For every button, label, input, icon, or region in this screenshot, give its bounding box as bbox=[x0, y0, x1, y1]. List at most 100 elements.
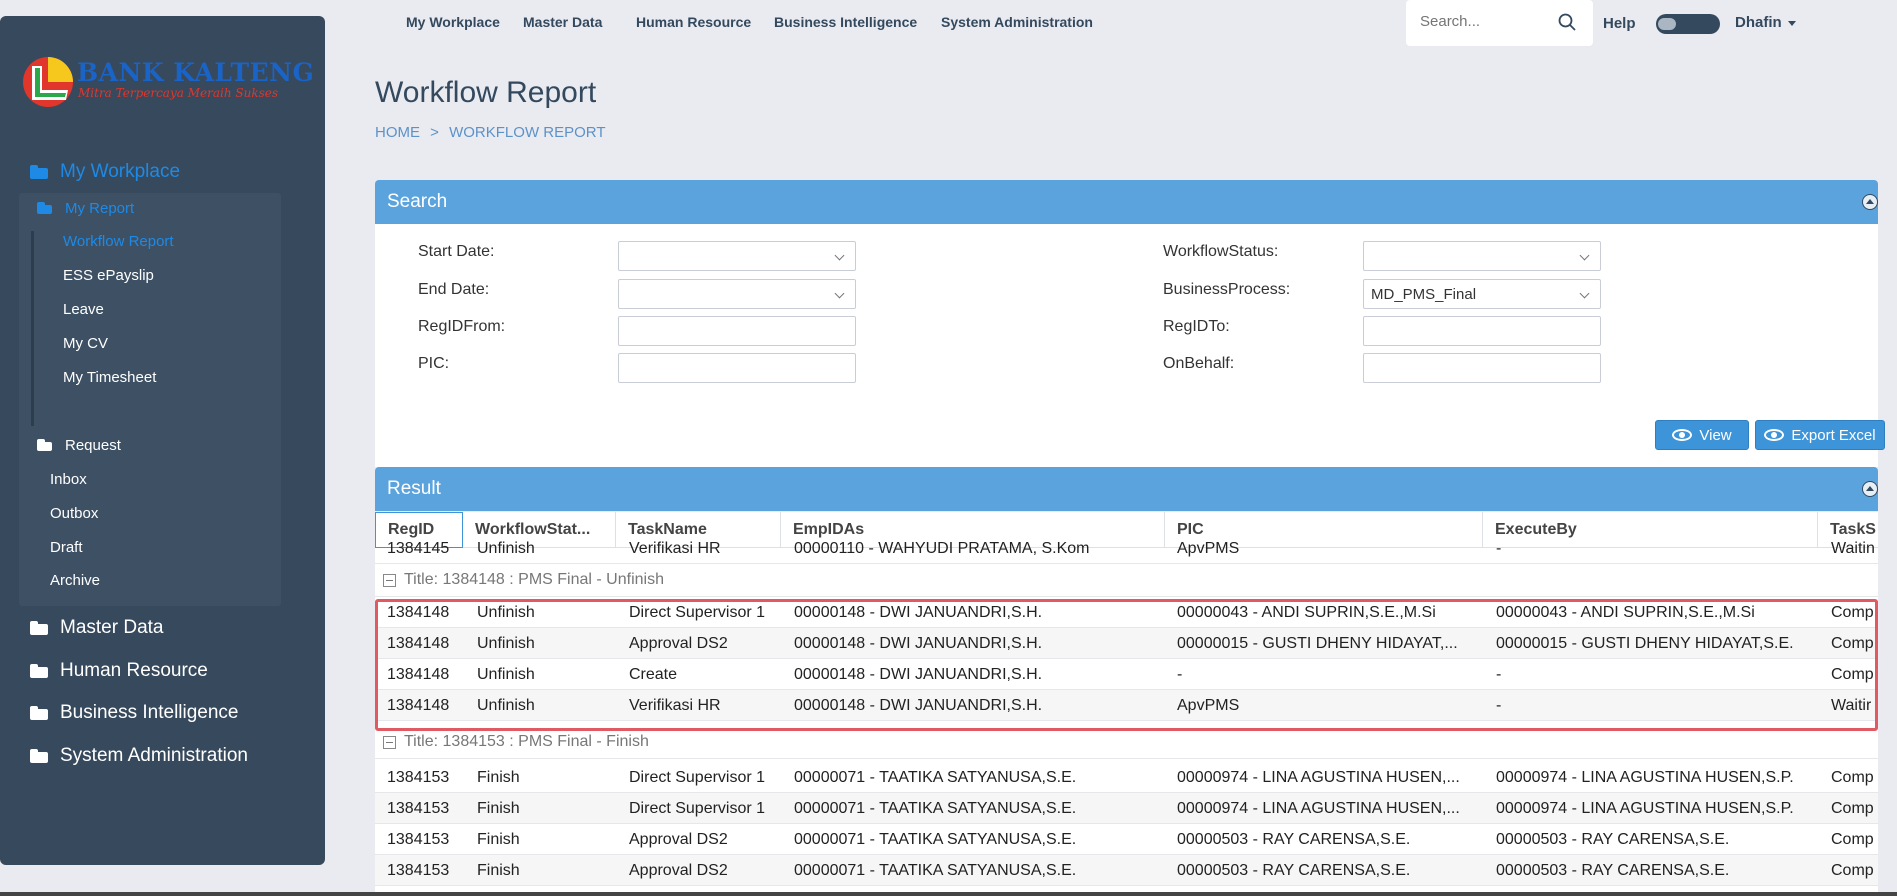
topnav-master-data[interactable]: Master Data bbox=[523, 14, 602, 30]
sidebar-item-business-intelligence[interactable]: Business Intelligence bbox=[0, 694, 325, 732]
regid-from-field[interactable] bbox=[618, 316, 856, 346]
export-excel-button[interactable]: Export Excel bbox=[1755, 420, 1885, 450]
business-process-select[interactable]: MD_PMS_Final bbox=[1363, 279, 1601, 309]
regid-to-input[interactable] bbox=[1371, 322, 1600, 340]
cell-workflow-status: Finish bbox=[477, 861, 520, 879]
group-row[interactable]: Title: 1384148 : PMS Final - Unfinish bbox=[375, 564, 1878, 597]
sidebar-item-workflow-report[interactable]: Workflow Report bbox=[63, 227, 174, 255]
table-row[interactable]: 1384148 Unfinish Approval DS2 00000148 -… bbox=[375, 628, 1878, 659]
cell-task-status: Comp bbox=[1831, 799, 1874, 817]
end-date-field[interactable] bbox=[618, 279, 856, 309]
cell-regid: 1384145 bbox=[387, 539, 450, 557]
sidebar-item-human-resource[interactable]: Human Resource bbox=[0, 652, 325, 690]
view-button[interactable]: View bbox=[1655, 420, 1749, 450]
folder-icon bbox=[30, 621, 48, 635]
sidebar-item-draft[interactable]: Draft bbox=[50, 533, 83, 561]
chevron-down-icon bbox=[834, 250, 845, 261]
regid-from-input[interactable] bbox=[626, 322, 855, 340]
sidebar-item-my-cv[interactable]: My CV bbox=[63, 329, 108, 357]
cell-taskname: Approval DS2 bbox=[629, 634, 728, 652]
sidebar-item-leave[interactable]: Leave bbox=[63, 295, 104, 323]
table-row[interactable]: 1384148 Unfinish Create 00000148 - DWI J… bbox=[375, 659, 1878, 690]
topnav-my-workplace[interactable]: My Workplace bbox=[406, 14, 500, 30]
pic-field[interactable] bbox=[618, 353, 856, 383]
sidebar-item-archive[interactable]: Archive bbox=[50, 566, 100, 594]
sidebar-item-my-workplace[interactable]: My Workplace bbox=[0, 153, 325, 191]
cell-pic: 00000015 - GUSTI DHENY HIDAYAT,... bbox=[1177, 634, 1458, 652]
collapse-group-icon[interactable] bbox=[383, 573, 396, 587]
sidebar-item-my-report[interactable]: My Report bbox=[19, 193, 281, 223]
table-row[interactable]: 1384145 Unfinish Verifikasi HR 00000110 … bbox=[375, 533, 1878, 564]
cell-regid: 1384153 bbox=[387, 799, 450, 817]
collapse-icon[interactable] bbox=[1862, 194, 1878, 210]
sidebar-item-master-data[interactable]: Master Data bbox=[0, 609, 325, 647]
cell-regid: 1384148 bbox=[387, 665, 450, 683]
caret-down-icon bbox=[1787, 20, 1796, 26]
cell-executeby: - bbox=[1496, 696, 1502, 714]
page-title: Workflow Report bbox=[375, 76, 597, 109]
folder-icon bbox=[37, 439, 52, 451]
group-title: Title: 1384148 : PMS Final - Unfinish bbox=[404, 571, 664, 588]
cell-regid: 1384148 bbox=[387, 696, 450, 714]
cell-pic: ApvPMS bbox=[1177, 539, 1240, 557]
sidebar-item-ess-epayslip[interactable]: ESS ePayslip bbox=[63, 261, 154, 289]
topnav-system-administration[interactable]: System Administration bbox=[941, 14, 1093, 30]
cell-pic: - bbox=[1177, 665, 1183, 683]
pic-input[interactable] bbox=[626, 359, 855, 377]
start-date-field[interactable] bbox=[618, 241, 856, 271]
cell-empidas: 00000071 - TAATIKA SATYANUSA,S.E. bbox=[794, 768, 1077, 786]
topnav-human-resource[interactable]: Human Resource bbox=[636, 14, 751, 30]
collapse-icon[interactable] bbox=[1862, 481, 1878, 497]
cell-task-status: Comp bbox=[1831, 603, 1874, 621]
cell-empidas: 00000148 - DWI JANUANDRI,S.H. bbox=[794, 665, 1043, 683]
sidebar-item-my-timesheet[interactable]: My Timesheet bbox=[63, 363, 156, 391]
cell-executeby: 00000043 - ANDI SUPRIN,S.E.,M.Si bbox=[1496, 603, 1755, 621]
folder-icon bbox=[37, 202, 52, 214]
cell-workflow-status: Finish bbox=[477, 768, 520, 786]
user-name: Dhafin bbox=[1735, 14, 1782, 31]
cell-task-status: Waitir bbox=[1831, 696, 1872, 714]
cell-pic: 00000974 - LINA AGUSTINA HUSEN,... bbox=[1177, 768, 1460, 786]
result-panel-title: Result bbox=[387, 478, 441, 499]
table-row[interactable]: 1384153 Finish Direct Supervisor 1 00000… bbox=[375, 762, 1878, 793]
search-icon[interactable] bbox=[1558, 13, 1576, 31]
cell-pic: 00000503 - RAY CARENSA,S.E. bbox=[1177, 830, 1411, 848]
export-button-label: Export Excel bbox=[1791, 426, 1876, 444]
sidebar-item-request[interactable]: Request bbox=[19, 430, 281, 460]
user-menu[interactable]: Dhafin bbox=[1735, 14, 1796, 31]
table-row[interactable]: 1384148 Unfinish Verifikasi HR 00000148 … bbox=[375, 690, 1878, 721]
breadcrumb-home[interactable]: HOME bbox=[375, 124, 420, 141]
result-panel-header[interactable]: Result bbox=[375, 467, 1878, 511]
on-behalf-input[interactable] bbox=[1371, 359, 1600, 377]
workflow-status-select[interactable] bbox=[1363, 241, 1601, 271]
search-panel-header[interactable]: Search bbox=[375, 180, 1878, 224]
on-behalf-field[interactable] bbox=[1363, 353, 1601, 383]
topnav-business-intelligence[interactable]: Business Intelligence bbox=[774, 14, 917, 30]
cell-regid: 1384148 bbox=[387, 634, 450, 652]
help-link[interactable]: Help bbox=[1603, 15, 1636, 32]
regid-from-label: RegIDFrom: bbox=[418, 318, 506, 335]
table-row[interactable]: 1384153 Finish Approval DS2 00000071 - T… bbox=[375, 824, 1878, 855]
avatar[interactable] bbox=[1656, 14, 1720, 34]
cell-task-status: Comp bbox=[1831, 634, 1874, 652]
cell-executeby: 00000974 - LINA AGUSTINA HUSEN,S.P. bbox=[1496, 768, 1794, 786]
cell-empidas: 00000071 - TAATIKA SATYANUSA,S.E. bbox=[794, 799, 1077, 817]
sidebar-item-outbox[interactable]: Outbox bbox=[50, 499, 98, 527]
eye-icon bbox=[1672, 429, 1693, 441]
cell-task-status: Comp bbox=[1831, 830, 1874, 848]
folder-icon bbox=[30, 165, 48, 179]
brand-name: BANK KALTENG bbox=[77, 58, 315, 87]
table-row[interactable]: 1384153 Finish Approval DS2 00000071 - T… bbox=[375, 855, 1878, 886]
table-row[interactable]: 1384153 Finish Direct Supervisor 1 00000… bbox=[375, 793, 1878, 824]
sidebar-item-inbox[interactable]: Inbox bbox=[50, 465, 87, 493]
search-input[interactable] bbox=[1420, 13, 1550, 30]
sidebar-item-system-administration[interactable]: System Administration bbox=[0, 737, 325, 775]
cell-regid: 1384153 bbox=[387, 830, 450, 848]
cell-task-status: Comp bbox=[1831, 768, 1874, 786]
chevron-down-icon bbox=[1579, 250, 1590, 261]
group-row[interactable]: Title: 1384153 : PMS Final - Finish bbox=[375, 726, 1878, 759]
bank-logo[interactable]: BANK KALTENG Mitra Terpercaya Meraih Suk… bbox=[22, 56, 314, 121]
table-row[interactable]: 1384148 Unfinish Direct Supervisor 1 000… bbox=[375, 597, 1878, 628]
regid-to-field[interactable] bbox=[1363, 316, 1601, 346]
collapse-group-icon[interactable] bbox=[383, 735, 396, 749]
